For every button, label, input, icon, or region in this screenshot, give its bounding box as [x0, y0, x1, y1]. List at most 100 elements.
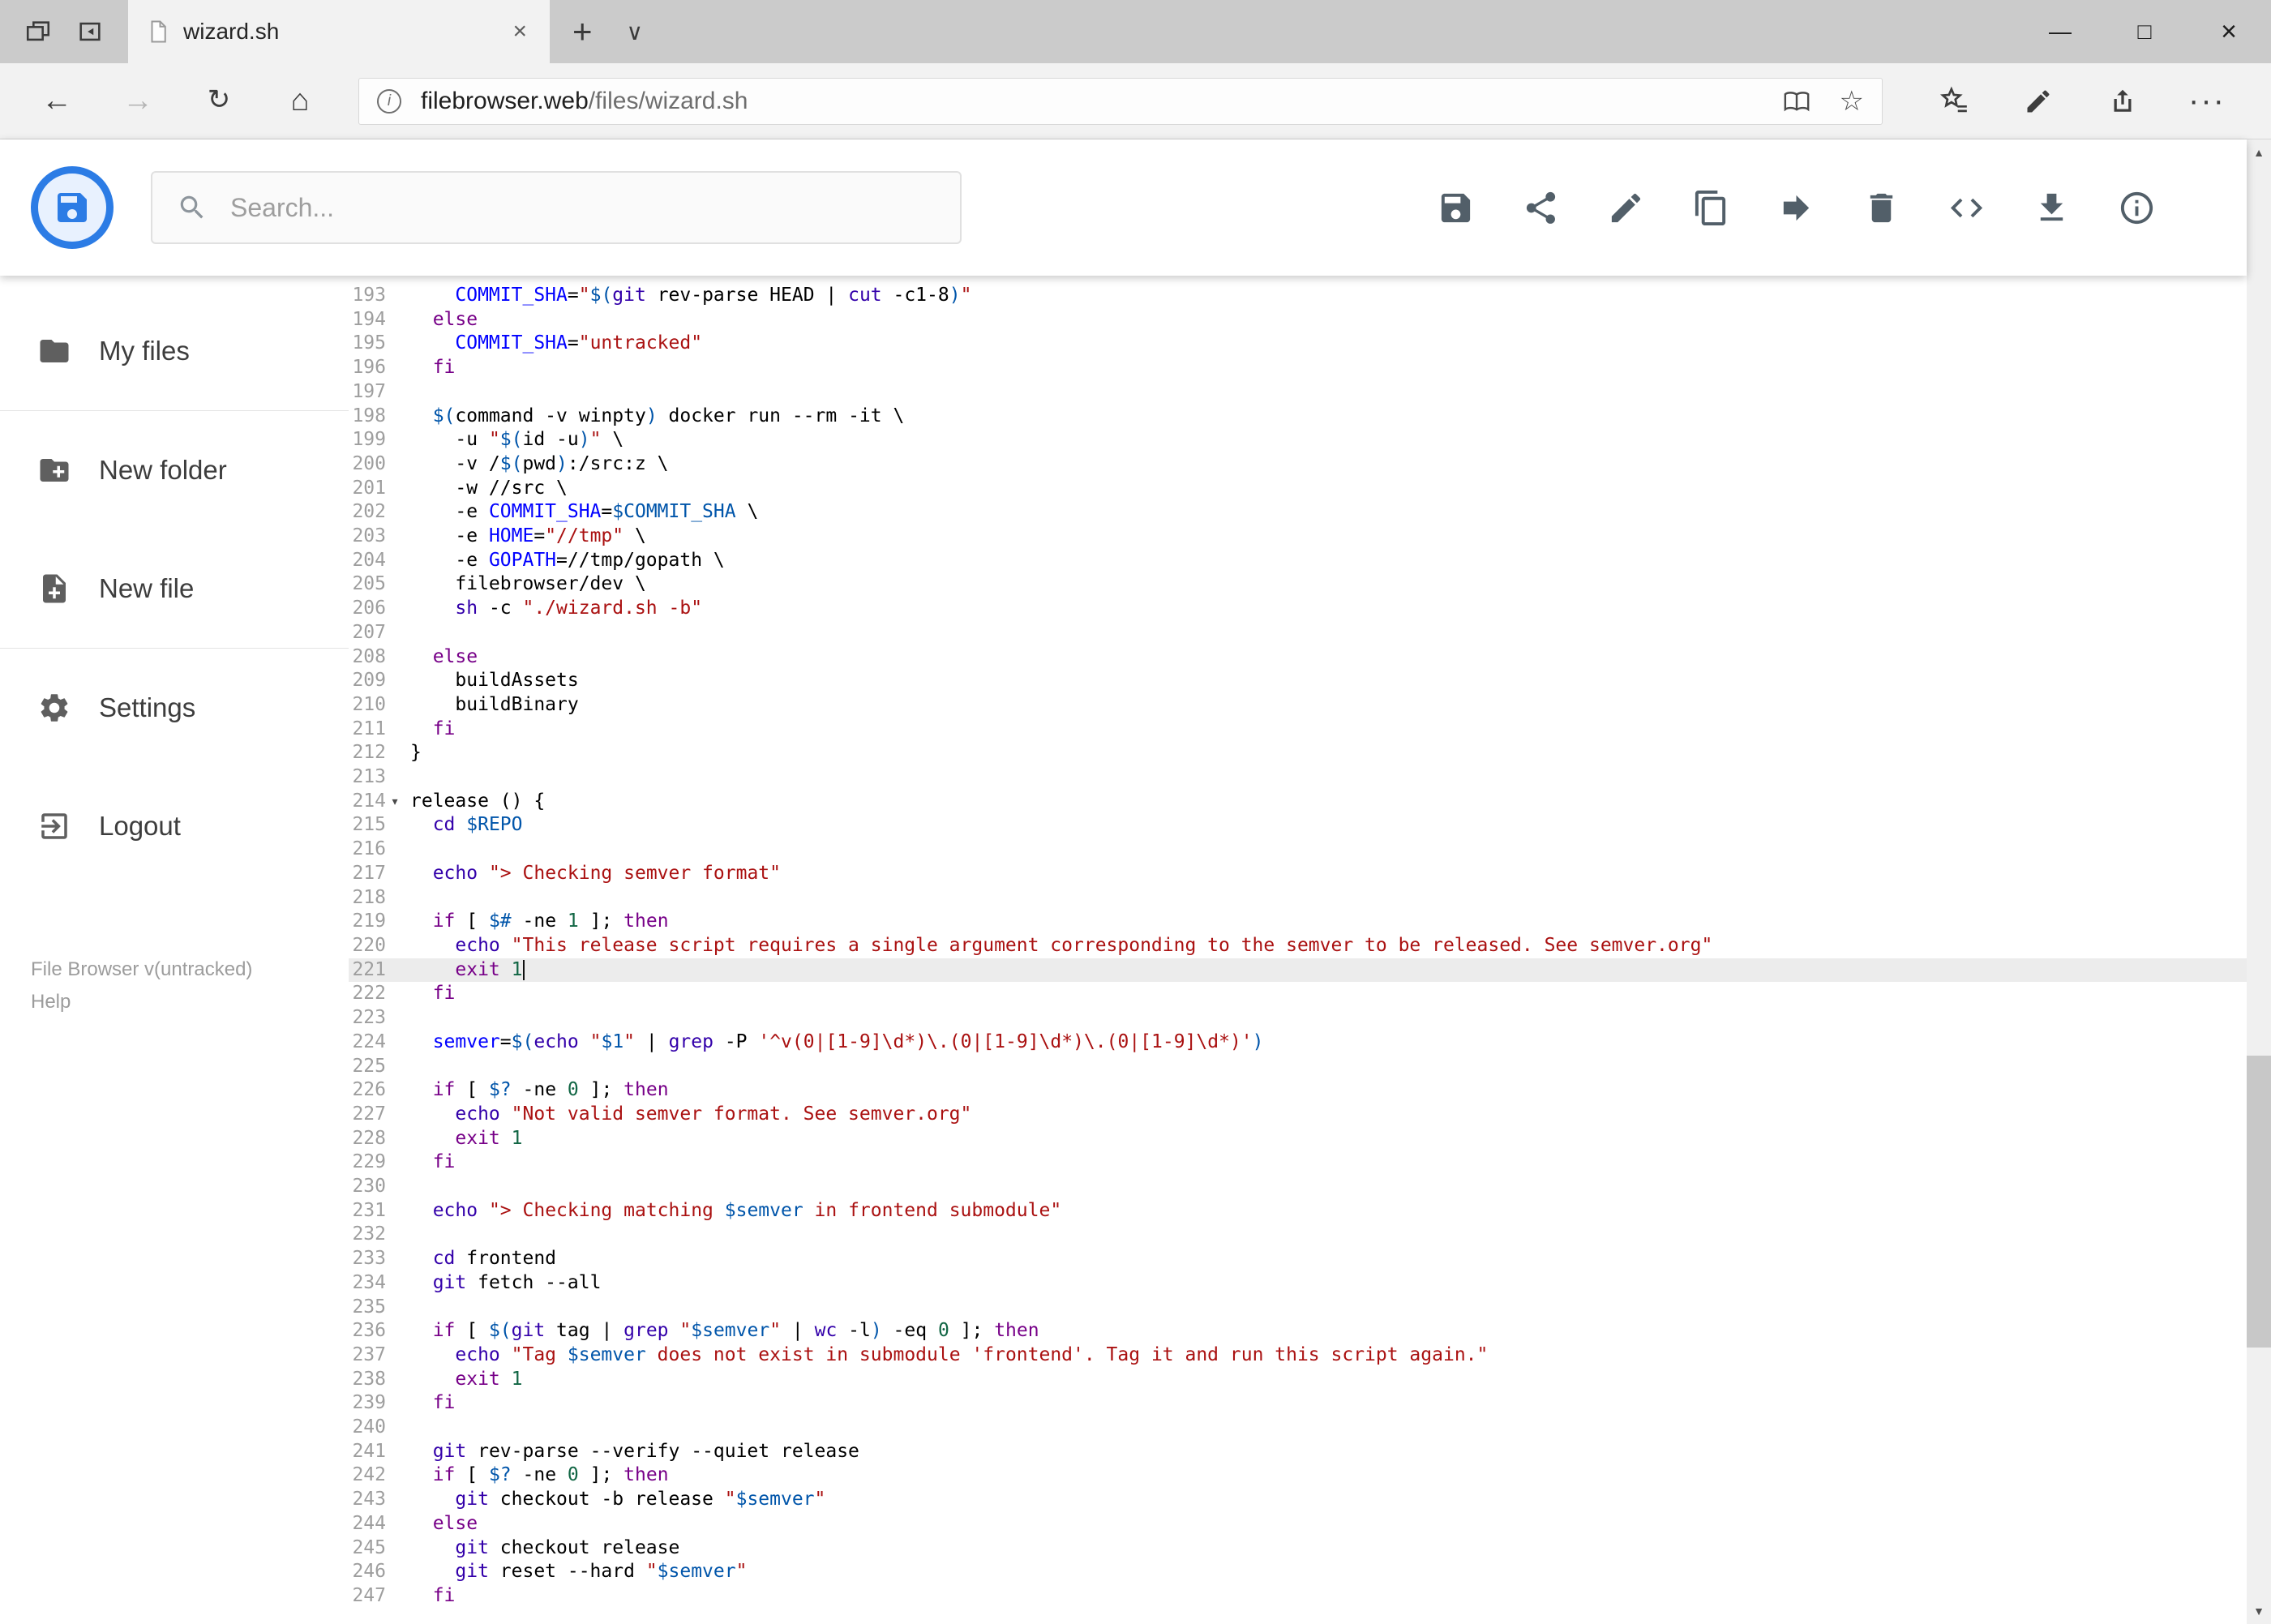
code-line[interactable]: 218	[349, 886, 2247, 911]
code-line[interactable]: 198 $(command -v winpty) docker run --rm…	[349, 405, 2247, 429]
new-tab-button[interactable]: +	[550, 0, 615, 63]
add-favorite-star-icon[interactable]: ☆	[1840, 85, 1864, 118]
code-text: echo "> Checking semver format"	[432, 862, 781, 884]
code-line[interactable]: 212}	[349, 741, 2247, 765]
tab-preview-chevron-icon[interactable]: ∨	[615, 0, 655, 63]
refresh-button[interactable]: ↻	[178, 84, 259, 118]
code-line[interactable]: 231 echo "> Checking matching $semver in…	[349, 1199, 2247, 1223]
code-line[interactable]: 194 else	[349, 308, 2247, 332]
code-line[interactable]: 234 git fetch --all	[349, 1271, 2247, 1296]
code-line[interactable]: 237 echo "Tag $semver does not exist in …	[349, 1343, 2247, 1368]
code-line[interactable]: 229 fi	[349, 1151, 2247, 1175]
code-line[interactable]: 193 COMMIT_SHA="$(git rev-parse HEAD | c…	[349, 284, 2247, 308]
scroll-down-arrow-icon[interactable]: ▼	[2247, 1598, 2271, 1624]
site-info-icon[interactable]: i	[377, 88, 401, 114]
code-line[interactable]: 222 fi	[349, 982, 2247, 1006]
vertical-scrollbar[interactable]: ▲ ▼	[2247, 139, 2271, 1624]
code-line[interactable]: 204 -e GOPATH=//tmp/gopath \	[349, 549, 2247, 573]
scroll-up-arrow-icon[interactable]: ▲	[2247, 139, 2271, 165]
code-line[interactable]: 245 git checkout release	[349, 1536, 2247, 1561]
copy-button[interactable]	[1692, 189, 1730, 227]
code-line[interactable]: 211 fi	[349, 718, 2247, 742]
code-line[interactable]: 241 git rev-parse --verify --quiet relea…	[349, 1440, 2247, 1464]
save-button[interactable]	[1437, 189, 1475, 227]
code-line[interactable]: 217 echo "> Checking semver format"	[349, 862, 2247, 886]
code-line[interactable]: 228 exit 1	[349, 1127, 2247, 1151]
forward-button[interactable]: →	[97, 84, 178, 118]
code-line[interactable]: 197	[349, 380, 2247, 405]
code-line[interactable]: 195 COMMIT_SHA="untracked"	[349, 332, 2247, 356]
code-line[interactable]: 208 else	[349, 645, 2247, 670]
sidebar-item-new-file[interactable]: New file	[0, 529, 349, 648]
minimize-button[interactable]: —	[2018, 0, 2102, 63]
code-line[interactable]: 242 if [ $? -ne 0 ]; then	[349, 1463, 2247, 1488]
code-line[interactable]: 202 -e COMMIT_SHA=$COMMIT_SHA \	[349, 500, 2247, 525]
code-editor[interactable]: 193 COMMIT_SHA="$(git rev-parse HEAD | c…	[349, 276, 2247, 1624]
code-line[interactable]: 214 ▾ release () {	[349, 790, 2247, 814]
code-line[interactable]: 233 cd frontend	[349, 1247, 2247, 1271]
code-line[interactable]: 243 git checkout -b release "$semver"	[349, 1488, 2247, 1512]
code-line[interactable]: 244 else	[349, 1512, 2247, 1536]
url-field[interactable]: i filebrowser.web/files/wizard.sh ☆	[358, 77, 1883, 125]
download-button[interactable]	[2033, 189, 2071, 227]
code-line[interactable]: 226 if [ $? -ne 0 ]; then	[349, 1078, 2247, 1103]
rename-button[interactable]	[1607, 189, 1645, 227]
help-link[interactable]: Help	[31, 986, 349, 1018]
web-note-pen-icon[interactable]	[1996, 87, 2080, 116]
set-tabs-aside-icon[interactable]	[76, 18, 104, 45]
code-view-button[interactable]	[1947, 189, 1986, 227]
browser-tab[interactable]: wizard.sh ×	[128, 0, 550, 63]
code-line[interactable]: 239 fi	[349, 1391, 2247, 1416]
code-line[interactable]: 247 fi	[349, 1584, 2247, 1609]
code-line[interactable]: 246 git reset --hard "$semver"	[349, 1560, 2247, 1584]
filebrowser-logo[interactable]	[31, 166, 114, 249]
code-line[interactable]: 225	[349, 1055, 2247, 1079]
reading-view-icon[interactable]	[1783, 88, 1810, 115]
code-line[interactable]: 240	[349, 1416, 2247, 1440]
code-line[interactable]: 216	[349, 838, 2247, 862]
code-line[interactable]: 206 sh -c "./wizard.sh -b"	[349, 597, 2247, 621]
code-line[interactable]: 200 -v /$(pwd):/src:z \	[349, 452, 2247, 477]
code-line[interactable]: 224 semver=$(echo "$1" | grep -P '^v(0|[…	[349, 1031, 2247, 1055]
code-line[interactable]: 220 echo "This release script requires a…	[349, 934, 2247, 958]
code-line[interactable]: 215 cd $REPO	[349, 813, 2247, 838]
code-line[interactable]: 213	[349, 765, 2247, 790]
delete-button[interactable]	[1862, 189, 1900, 227]
share-page-icon[interactable]	[2080, 87, 2165, 116]
code-line[interactable]: 196 fi	[349, 356, 2247, 380]
code-line[interactable]: 232	[349, 1223, 2247, 1247]
code-line[interactable]: 201 -w //src \	[349, 477, 2247, 501]
code-line[interactable]: 209 buildAssets	[349, 669, 2247, 693]
info-button[interactable]	[2118, 189, 2156, 227]
code-line[interactable]: 203 -e HOME="//tmp" \	[349, 525, 2247, 549]
code-line[interactable]: 210 buildBinary	[349, 693, 2247, 718]
code-line[interactable]: 227 echo "Not valid semver format. See s…	[349, 1103, 2247, 1127]
close-window-button[interactable]: ×	[2187, 0, 2271, 63]
code-line[interactable]: 223	[349, 1006, 2247, 1031]
fold-marker-icon[interactable]: ▾	[386, 790, 404, 814]
code-line[interactable]: 236 if [ $(git tag | grep "$semver" | wc…	[349, 1319, 2247, 1343]
sidebar-item-settings[interactable]: Settings	[0, 649, 349, 767]
tab-preview-icon[interactable]	[24, 18, 52, 45]
favorites-hub-icon[interactable]	[1912, 86, 1996, 117]
code-line[interactable]: 238 exit 1	[349, 1368, 2247, 1392]
sidebar-item-new-folder[interactable]: New folder	[0, 411, 349, 529]
code-line[interactable]: 205 filebrowser/dev \	[349, 572, 2247, 597]
back-button[interactable]: ←	[16, 84, 97, 118]
sidebar-item-logout[interactable]: Logout	[0, 767, 349, 885]
code-line[interactable]: 235	[349, 1296, 2247, 1320]
maximize-button[interactable]: □	[2102, 0, 2187, 63]
scrollbar-thumb[interactable]	[2247, 1056, 2271, 1348]
move-button[interactable]	[1777, 189, 1815, 227]
search-input[interactable]: Search...	[151, 171, 962, 244]
sidebar-item-my-files[interactable]: My files	[0, 292, 349, 410]
code-line[interactable]: 221 exit 1	[349, 958, 2247, 983]
code-line[interactable]: 199 -u "$(id -u)" \	[349, 428, 2247, 452]
code-line[interactable]: 230	[349, 1175, 2247, 1199]
share-button[interactable]	[1522, 189, 1560, 227]
code-line[interactable]: 219 if [ $# -ne 1 ]; then	[349, 910, 2247, 934]
more-options-icon[interactable]: ···	[2165, 83, 2249, 119]
close-tab-icon[interactable]: ×	[508, 18, 532, 45]
home-button[interactable]: ⌂	[259, 84, 341, 118]
code-line[interactable]: 207	[349, 621, 2247, 645]
